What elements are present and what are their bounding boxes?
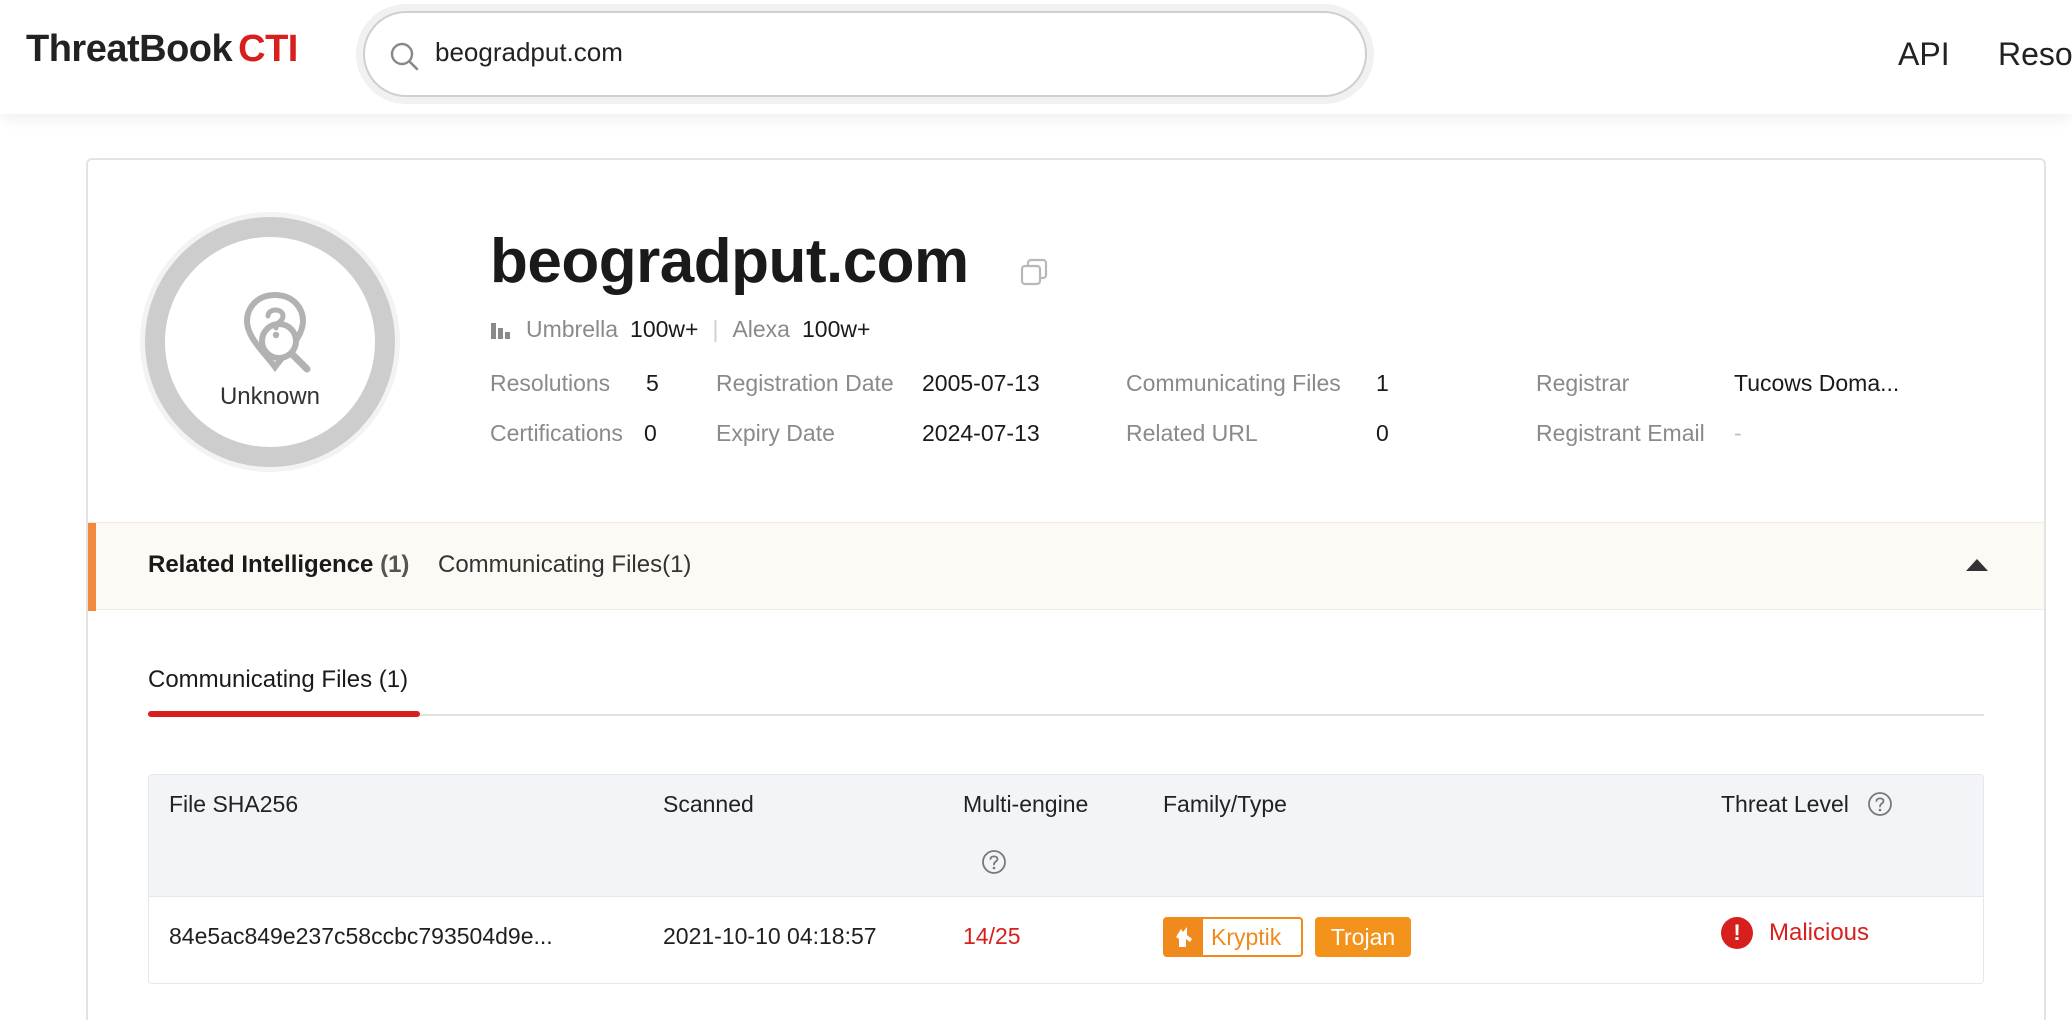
nav-resources[interactable]: Reso (1998, 36, 2072, 73)
row-multi-engine: 14/25 (963, 923, 1021, 949)
threat-label: Malicious (1769, 919, 1870, 946)
alexa-label: Alexa (732, 316, 790, 342)
communicating-files-label: Communicating Files (1126, 370, 1341, 396)
alert-icon: ! (1721, 917, 1753, 949)
related-intelligence-count: (1) (380, 551, 410, 578)
subtab-communicating-files[interactable]: Communicating Files (1) (148, 666, 408, 694)
col-family-type: Family/Type (1163, 791, 1287, 817)
multi-engine-help-icon[interactable] (981, 849, 1007, 875)
registrar-label: Registrar (1536, 370, 1630, 396)
threatbook-logo[interactable]: ThreatBook CTI (26, 28, 298, 71)
table-header: File SHA256 Scanned Multi-engine Family/… (149, 775, 1983, 897)
tab-divider (148, 714, 1984, 716)
communicating-files-table: File SHA256 Scanned Multi-engine Family/… (148, 774, 1984, 984)
related-url-label: Related URL (1126, 420, 1258, 446)
rank-row: Umbrella 100w+ | Alexa 100w+ (490, 316, 870, 343)
bar-chart-icon (491, 322, 510, 339)
resolutions-value[interactable]: 5 (646, 370, 659, 397)
col-multi-engine: Multi-engine (963, 791, 1088, 818)
logo-main: ThreatBook (26, 28, 233, 70)
col-threat-level: Threat Level (1721, 791, 1893, 818)
search-box[interactable] (363, 11, 1367, 97)
logo-suffix: CTI (238, 28, 298, 70)
col-multi-engine-label: Multi-engine (963, 791, 1089, 817)
domain-overview-card: Unknown beogradput.com Umbrella 100w+ | … (86, 158, 2046, 1020)
registration-date-value: 2005-07-13 (922, 370, 1040, 396)
col-scanned: Scanned (663, 791, 754, 817)
tab-communicating-files[interactable]: Communicating Files(1) (438, 551, 691, 579)
certifications-label: Certifications (490, 420, 623, 446)
communicating-files-value[interactable]: 1 (1376, 370, 1389, 397)
family-horse-icon (1165, 919, 1203, 955)
related-intelligence-title[interactable]: Related Intelligence (1) (148, 551, 409, 579)
domain-title: beogradput.com (490, 227, 969, 296)
accent-stripe (88, 523, 96, 611)
active-tab-indicator (148, 711, 420, 717)
col-sha256: File SHA256 (169, 791, 299, 817)
verdict-label: Unknown (219, 383, 321, 410)
registrant-email-value: - (1734, 420, 1742, 446)
divider: | (712, 316, 719, 342)
threat-level-value: ! Malicious (1721, 917, 1869, 949)
collapse-caret-icon[interactable] (1966, 559, 1988, 571)
verdict-badge: Unknown (140, 212, 400, 472)
registrant-email-label: Registrant Email (1536, 420, 1705, 446)
nav-api[interactable]: API (1898, 36, 1950, 73)
threat-level-help-icon[interactable] (1867, 791, 1893, 817)
expiry-date-label: Expiry Date (716, 420, 835, 446)
certifications-value: 0 (644, 420, 657, 446)
umbrella-value: 100w+ (630, 316, 699, 342)
umbrella-label: Umbrella (526, 316, 619, 342)
registration-date-label: Registration Date (716, 370, 894, 396)
type-tag-trojan[interactable]: Trojan (1315, 917, 1411, 957)
related-url-value: 0 (1376, 420, 1389, 446)
row-scanned: 2021-10-10 04:18:57 (663, 923, 877, 949)
registrar-value: Tucows Doma... (1734, 370, 1900, 396)
row-sha256[interactable]: 84e5ac849e237c58ccbc793504d9e... (169, 923, 553, 950)
expiry-date-value: 2024-07-13 (922, 420, 1040, 446)
search-input[interactable] (435, 37, 1335, 68)
related-intelligence-bar: Related Intelligence (1) Communicating F… (88, 522, 2044, 611)
copy-icon[interactable] (1018, 256, 1050, 288)
alexa-value: 100w+ (801, 316, 871, 342)
search-icon (390, 42, 419, 71)
search-container (356, 4, 1374, 104)
family-tag-kryptik[interactable]: Kryptik (1163, 917, 1303, 957)
top-bar: ThreatBookCTI API Reso (0, 0, 2072, 114)
resolutions-label: Resolutions (490, 370, 611, 396)
unknown-question-magnifier-icon (243, 291, 311, 373)
